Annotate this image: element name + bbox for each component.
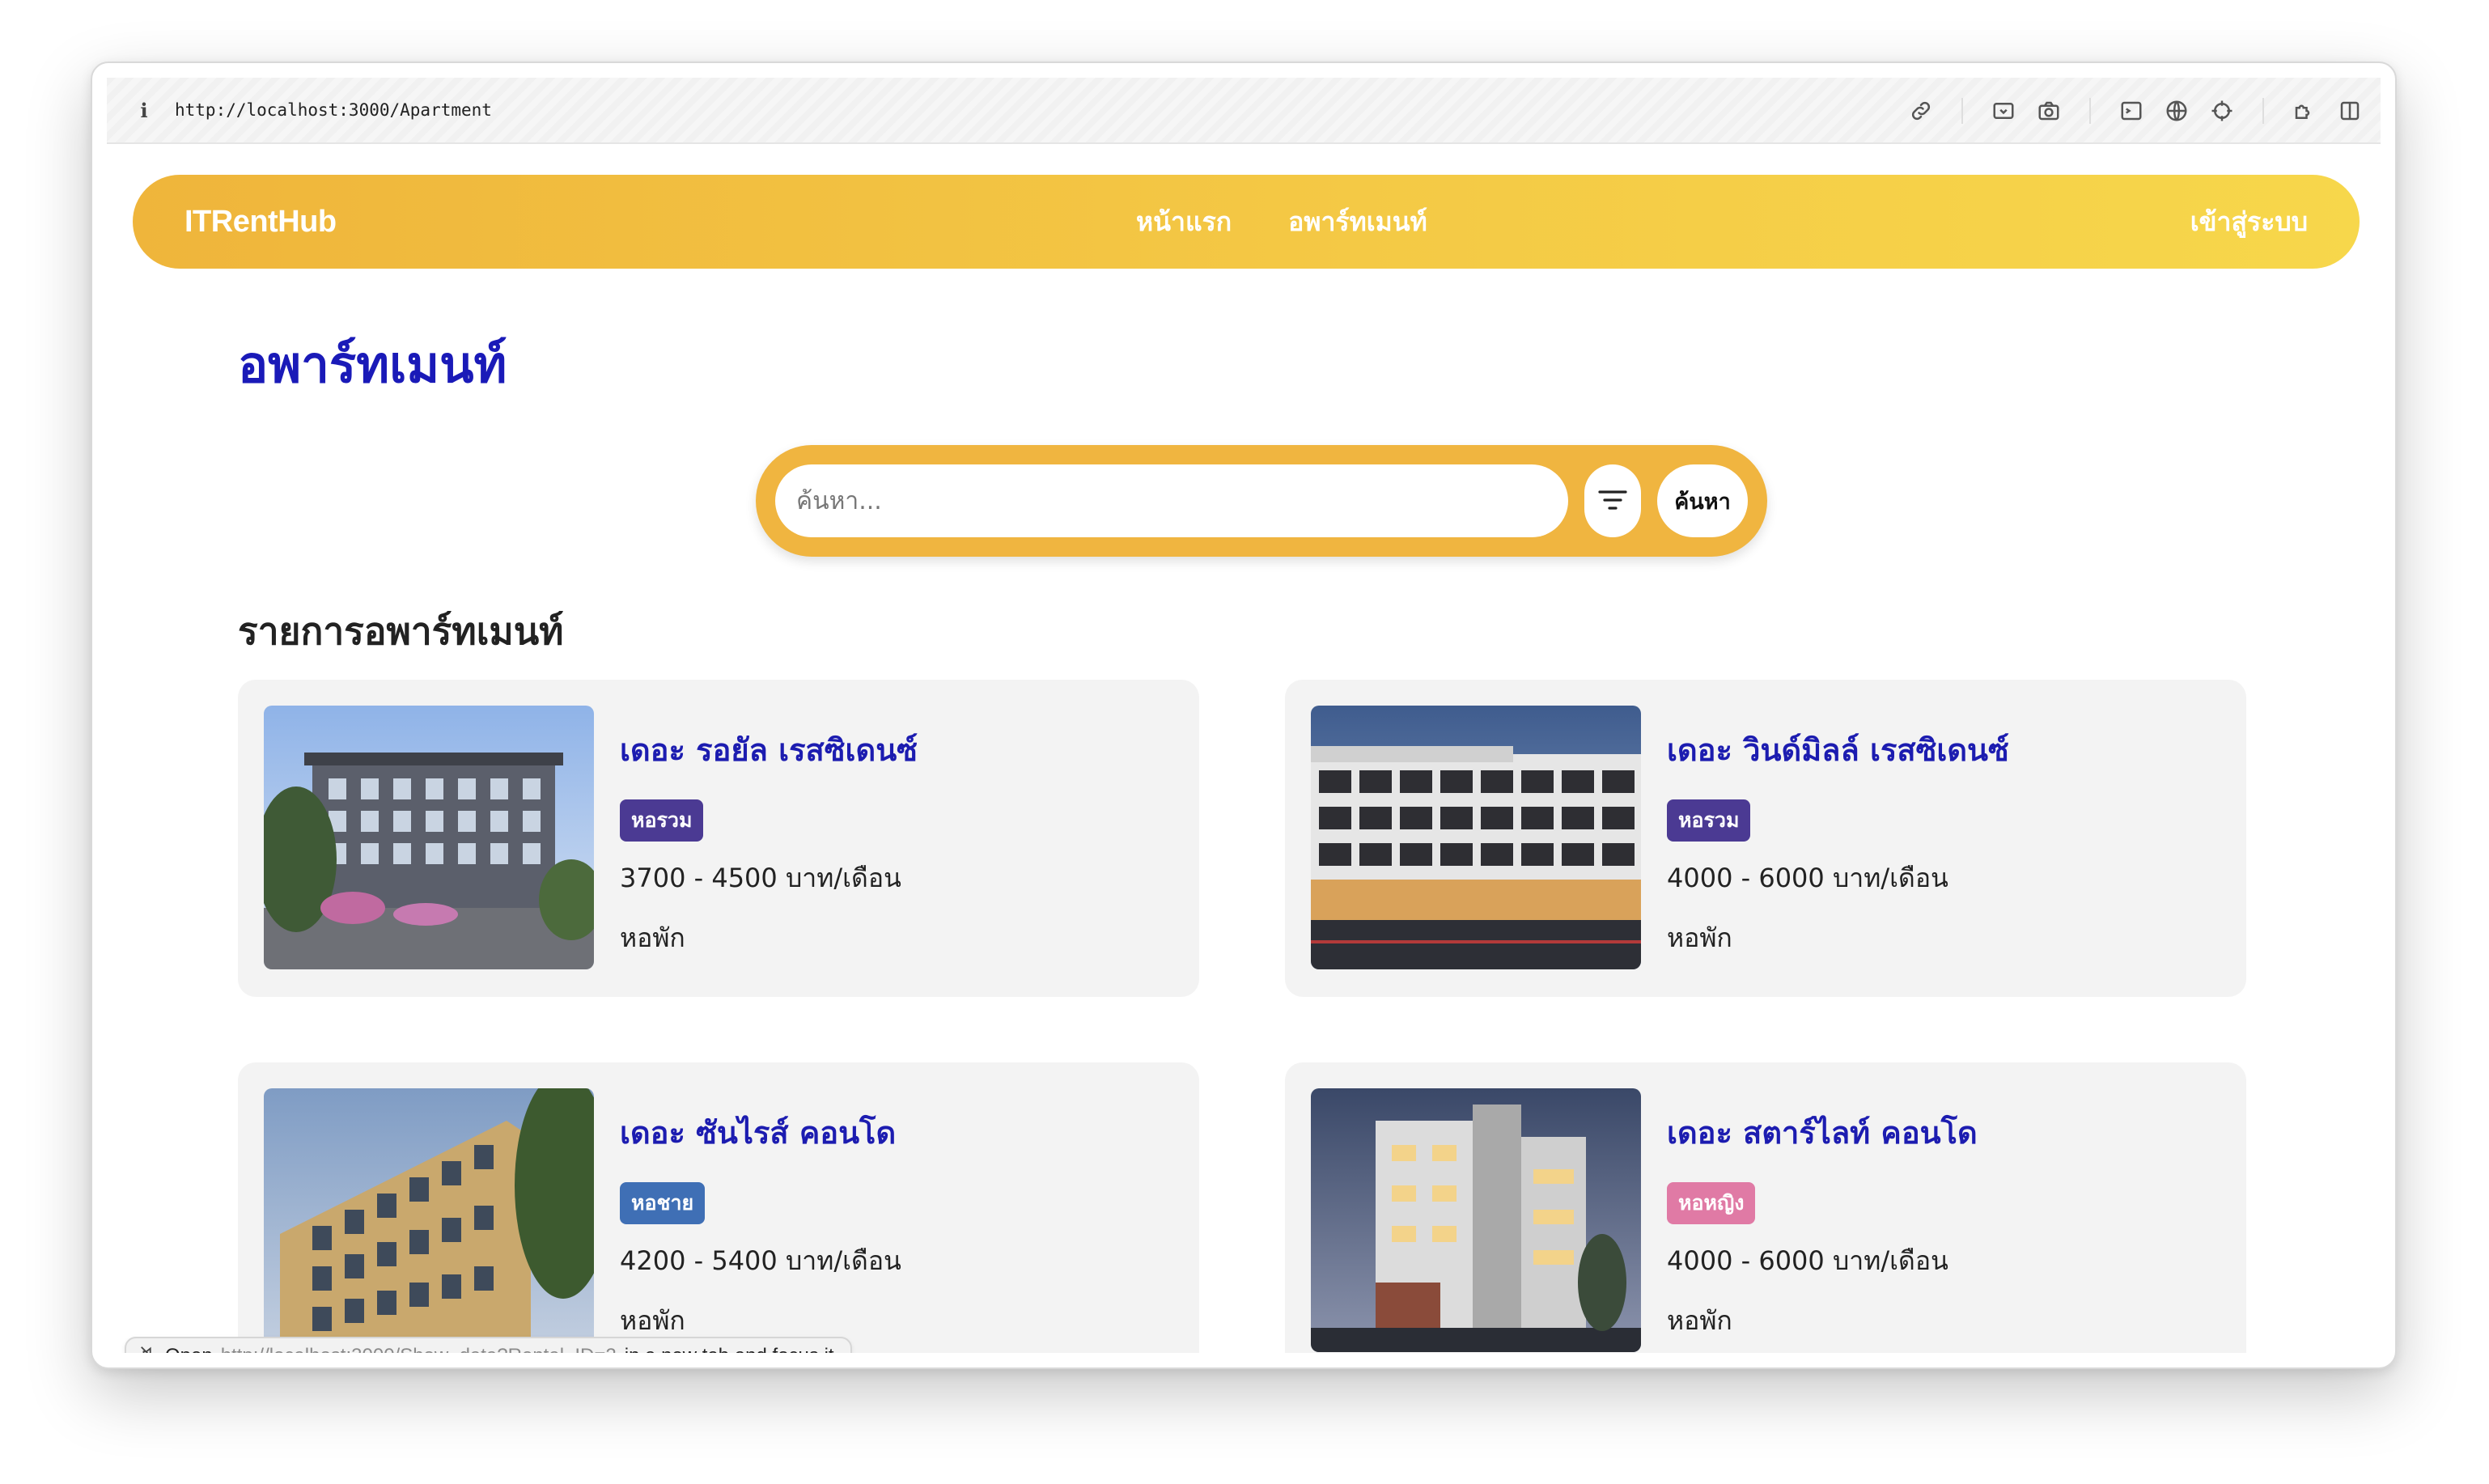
listing-card[interactable]: เดอะ สตาร์ไลท์ คอนโด หอหญิง 4000 - 6000 … bbox=[1285, 1062, 2246, 1353]
listing-badge: หอชาย bbox=[620, 1182, 706, 1224]
nav-home[interactable]: หน้าแรก bbox=[1136, 201, 1232, 243]
login-link[interactable]: เข้าสู่ระบบ bbox=[2190, 201, 2308, 243]
globe-icon[interactable] bbox=[2160, 95, 2193, 127]
address-bar: i http://localhost:3000/Apartment bbox=[107, 78, 2381, 144]
search-input[interactable] bbox=[775, 464, 1568, 537]
listing-image[interactable] bbox=[264, 1088, 594, 1352]
navbar: ITRentHub หน้าแรก อพาร์ทเมนท์ เข้าสู่ระบ… bbox=[133, 175, 2360, 269]
listing-price: 4000 - 6000 บาท/เดือน bbox=[1667, 1245, 1948, 1276]
toolbar-divider bbox=[2262, 98, 2264, 124]
browser-window: i http://localhost:3000/Apartment ITRent… bbox=[91, 61, 2397, 1369]
listing-image[interactable] bbox=[1311, 706, 1641, 969]
listing-name[interactable]: เดอะ รอยัล เรสซิเดนซ์ bbox=[620, 725, 918, 774]
filter-button[interactable] bbox=[1584, 464, 1641, 537]
filter-icon bbox=[1596, 488, 1629, 515]
status-suffix: in a new tab and focus it bbox=[625, 1345, 834, 1353]
listing-badge: หอรวม bbox=[1667, 799, 1751, 842]
listing-card[interactable]: เดอะ ซันไรส์ คอนโด หอชาย 4200 - 5400 บาท… bbox=[238, 1062, 1199, 1353]
nav-apartment[interactable]: อพาร์ทเมนท์ bbox=[1288, 201, 1427, 243]
listing-name[interactable]: เดอะ สตาร์ไลท์ คอนโด bbox=[1667, 1108, 1978, 1157]
sidebar-toggle-icon[interactable] bbox=[2334, 95, 2366, 127]
url-text[interactable]: http://localhost:3000/Apartment bbox=[175, 100, 492, 120]
toolbar bbox=[1898, 78, 2372, 144]
listing-name[interactable]: เดอะ ซันไรส์ คอนโด bbox=[620, 1108, 896, 1157]
nav-links: หน้าแรก อพาร์ทเมนท์ bbox=[1136, 201, 1427, 243]
listing-name[interactable]: เดอะ วินด์มิลล์ เรสซิเดนซ์ bbox=[1667, 725, 2009, 774]
listing-price: 3700 - 4500 บาท/เดือน bbox=[620, 863, 901, 893]
status-link-tooltip: Open http://localhost:3000/Show_data?Ren… bbox=[125, 1337, 852, 1353]
listing-badge: หอรวม bbox=[620, 799, 704, 842]
listing-image[interactable] bbox=[1311, 1088, 1641, 1352]
mute-icon bbox=[139, 1345, 157, 1353]
listing-card[interactable]: เดอะ วินด์มิลล์ เรสซิเดนซ์ หอรวม 4000 - … bbox=[1285, 680, 2246, 997]
listing-image[interactable] bbox=[264, 706, 594, 969]
terminal-icon[interactable] bbox=[2115, 95, 2148, 127]
status-link-url: http://localhost:3000/Show_data?Rental_I… bbox=[221, 1345, 617, 1353]
crosshair-icon[interactable] bbox=[2206, 95, 2238, 127]
status-prefix: Open bbox=[165, 1345, 213, 1353]
toolbar-divider bbox=[2089, 98, 2091, 124]
listing-badge: หอหญิง bbox=[1667, 1182, 1756, 1224]
brand-logo[interactable]: ITRentHub bbox=[184, 205, 337, 240]
page-title: อพาร์ทเมนท์ bbox=[238, 335, 507, 394]
listing-price: 4000 - 6000 บาท/เดือน bbox=[1667, 863, 1948, 893]
listing-card[interactable]: เดอะ รอยัล เรสซิเดนซ์ หอรวม 3700 - 4500 … bbox=[238, 680, 1199, 997]
camera-icon[interactable] bbox=[2033, 95, 2065, 127]
toolbar-divider bbox=[1961, 98, 1963, 124]
link-icon[interactable] bbox=[1905, 95, 1937, 127]
extensions-icon[interactable] bbox=[2288, 95, 2321, 127]
search-button[interactable]: ค้นหา bbox=[1657, 464, 1748, 537]
info-icon[interactable]: i bbox=[134, 99, 154, 122]
listing-type: หอพัก bbox=[1667, 922, 1732, 953]
screenshot-area-icon[interactable] bbox=[1987, 95, 2020, 127]
listing-type: หอพัก bbox=[620, 1305, 685, 1336]
search-bar: ค้นหา bbox=[756, 445, 1767, 557]
listing-type: หอพัก bbox=[620, 922, 685, 953]
listing-type: หอพัก bbox=[1667, 1305, 1732, 1336]
browser-viewport: i http://localhost:3000/Apartment ITRent… bbox=[107, 78, 2381, 1353]
listing-price: 4200 - 5400 บาท/เดือน bbox=[620, 1245, 901, 1276]
section-title: รายการอพาร์ทเมนท์ bbox=[238, 609, 564, 653]
